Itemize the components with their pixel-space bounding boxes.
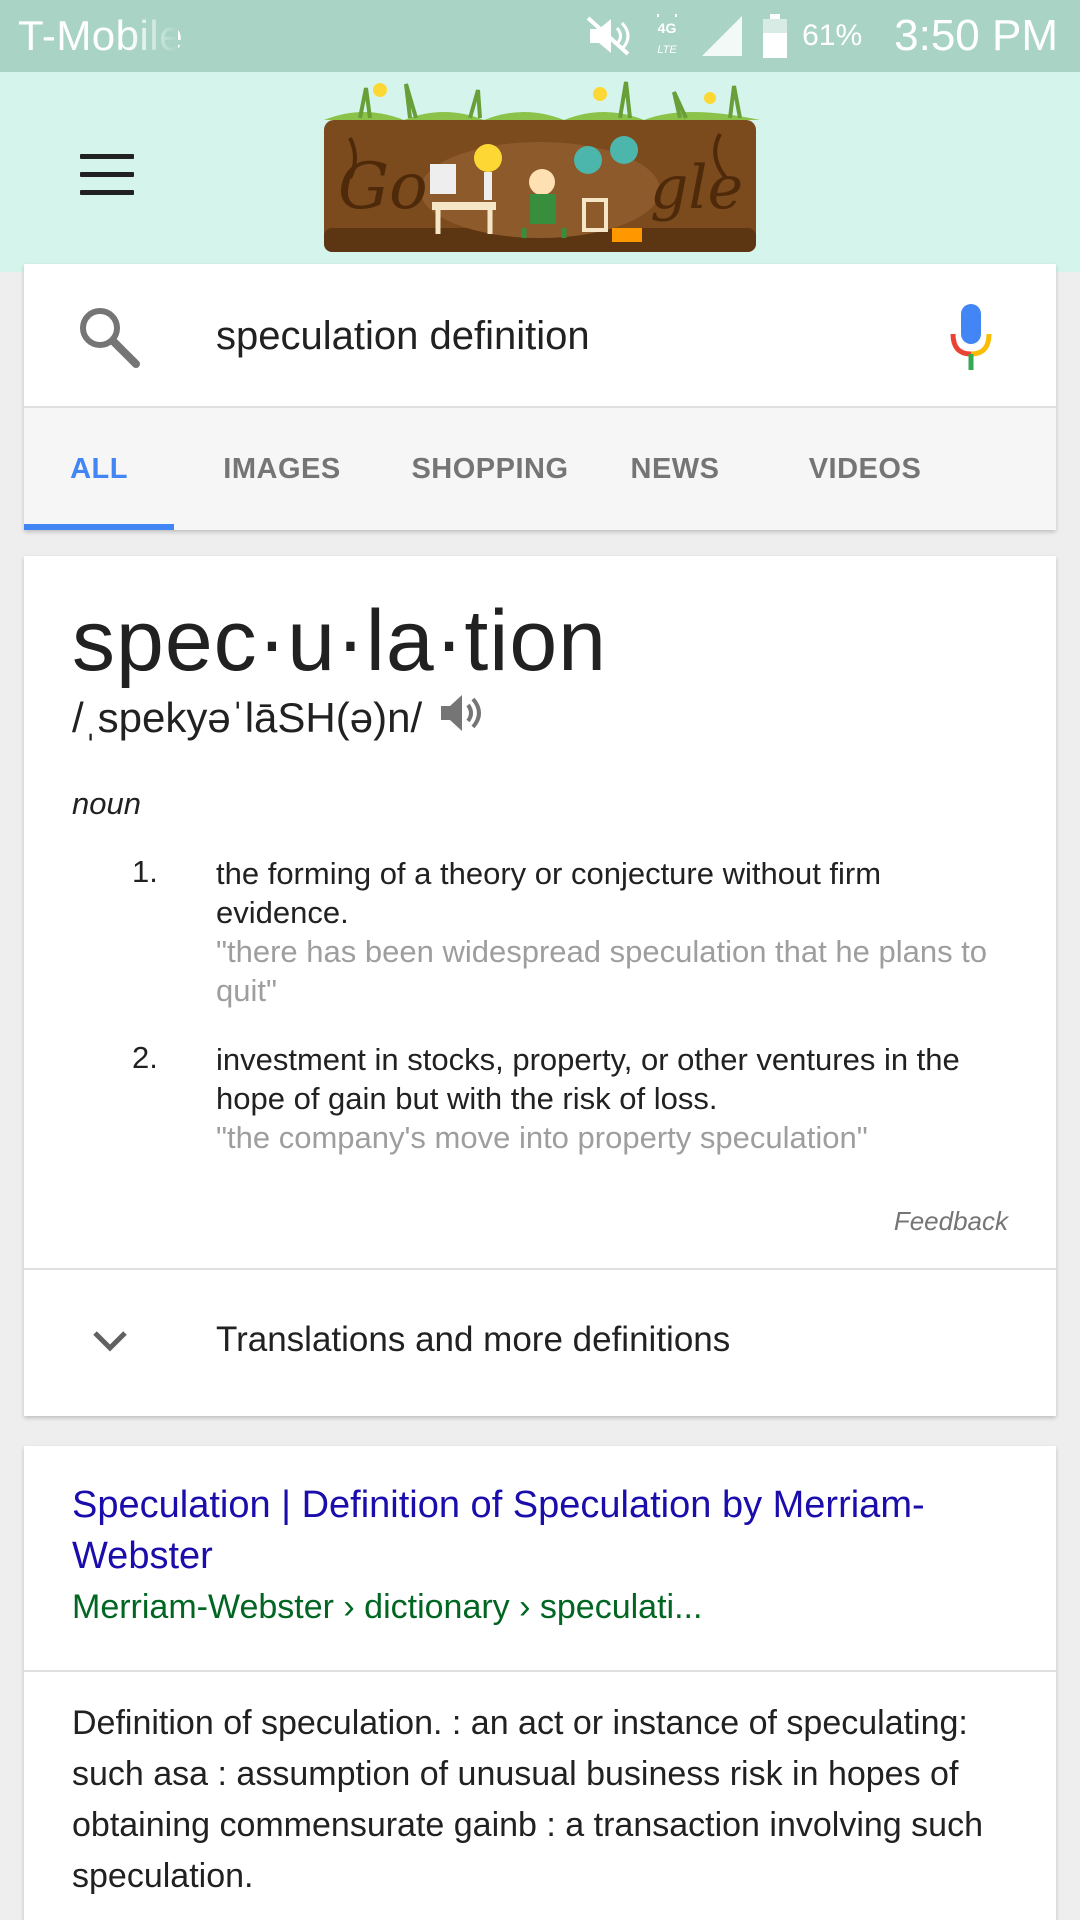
search-icon[interactable] (76, 304, 140, 368)
battery-percent: 61% (802, 19, 863, 52)
chevron-down-icon (93, 1331, 127, 1352)
sense-text: investment in stocks, property, or other… (216, 1040, 1016, 1157)
svg-text:gle: gle (650, 153, 743, 223)
speaker-icon[interactable] (438, 690, 484, 736)
search-result-card: Speculation | Definition of Speculation … (24, 1446, 1056, 1920)
tab-images[interactable]: IMAGES (174, 408, 390, 530)
microphone-icon[interactable] (948, 302, 994, 372)
sense-number: 2. (132, 1040, 158, 1075)
tab-shopping[interactable]: SHOPPING (390, 408, 590, 530)
sense-definition: the forming of a theory or conjecture wi… (216, 856, 882, 930)
svg-text:4G: 4G (658, 20, 677, 36)
result-snippet: Definition of speculation. : an act or i… (72, 1704, 983, 1895)
sense-number: 1. (132, 854, 158, 889)
sense-example: "the company's move into property specul… (216, 1120, 868, 1155)
mute-icon (586, 16, 630, 56)
hamburger-menu-icon[interactable] (72, 150, 136, 202)
search-header: Go gle (0, 72, 1080, 272)
signal-icon (702, 16, 743, 56)
result-url[interactable]: Merriam-Webster › dictionary › speculati… (72, 1588, 702, 1627)
sense-text: the forming of a theory or conjecture wi… (216, 854, 1016, 1010)
carrier-fade (128, 0, 178, 72)
more-definitions-row[interactable]: Translations and more definitions (24, 1270, 1056, 1416)
definition-word: spec·u·la·tion (72, 593, 607, 689)
sense-example: "there has been widespread speculation t… (216, 934, 988, 1008)
search-input[interactable] (216, 304, 916, 368)
tab-news[interactable]: NEWS (590, 408, 760, 530)
google-doodle[interactable]: Go gle (320, 78, 760, 256)
tab-all[interactable]: ALL (24, 408, 174, 530)
battery-icon (763, 14, 788, 58)
search-bar (24, 264, 1056, 408)
tab-videos[interactable]: VIDEOS (760, 408, 970, 530)
sense-definition: investment in stocks, property, or other… (216, 1042, 960, 1116)
status-bar: T-Mobile 4G LTE 61% 3:50 PM (0, 0, 1080, 72)
clock: 3:50 PM (894, 11, 1058, 60)
pronunciation: /ˌspekyəˈlāSH(ə)n/ (72, 694, 423, 741)
divider (24, 1670, 1056, 1672)
status-icons: 4G LTE 61% 3:50 PM (584, 0, 1058, 72)
more-definitions-label: Translations and more definitions (216, 1320, 731, 1359)
svg-text:Go: Go (338, 150, 428, 224)
pronunciation-row: /ˌspekyəˈlāSH(ə)n/ (72, 694, 484, 742)
part-of-speech: noun (72, 786, 141, 821)
definition-card: spec·u·la·tion /ˌspekyəˈlāSH(ə)n/ noun 1… (24, 556, 1056, 1416)
search-tabs: ALL IMAGES SHOPPING NEWS VIDEOS (24, 408, 1056, 530)
result-title-link[interactable]: Speculation | Definition of Speculation … (72, 1480, 972, 1582)
svg-text:LTE: LTE (657, 44, 677, 56)
4g-lte-icon: 4G LTE (657, 14, 677, 56)
search-card: ALL IMAGES SHOPPING NEWS VIDEOS (24, 264, 1056, 530)
feedback-link[interactable]: Feedback (894, 1206, 1008, 1237)
